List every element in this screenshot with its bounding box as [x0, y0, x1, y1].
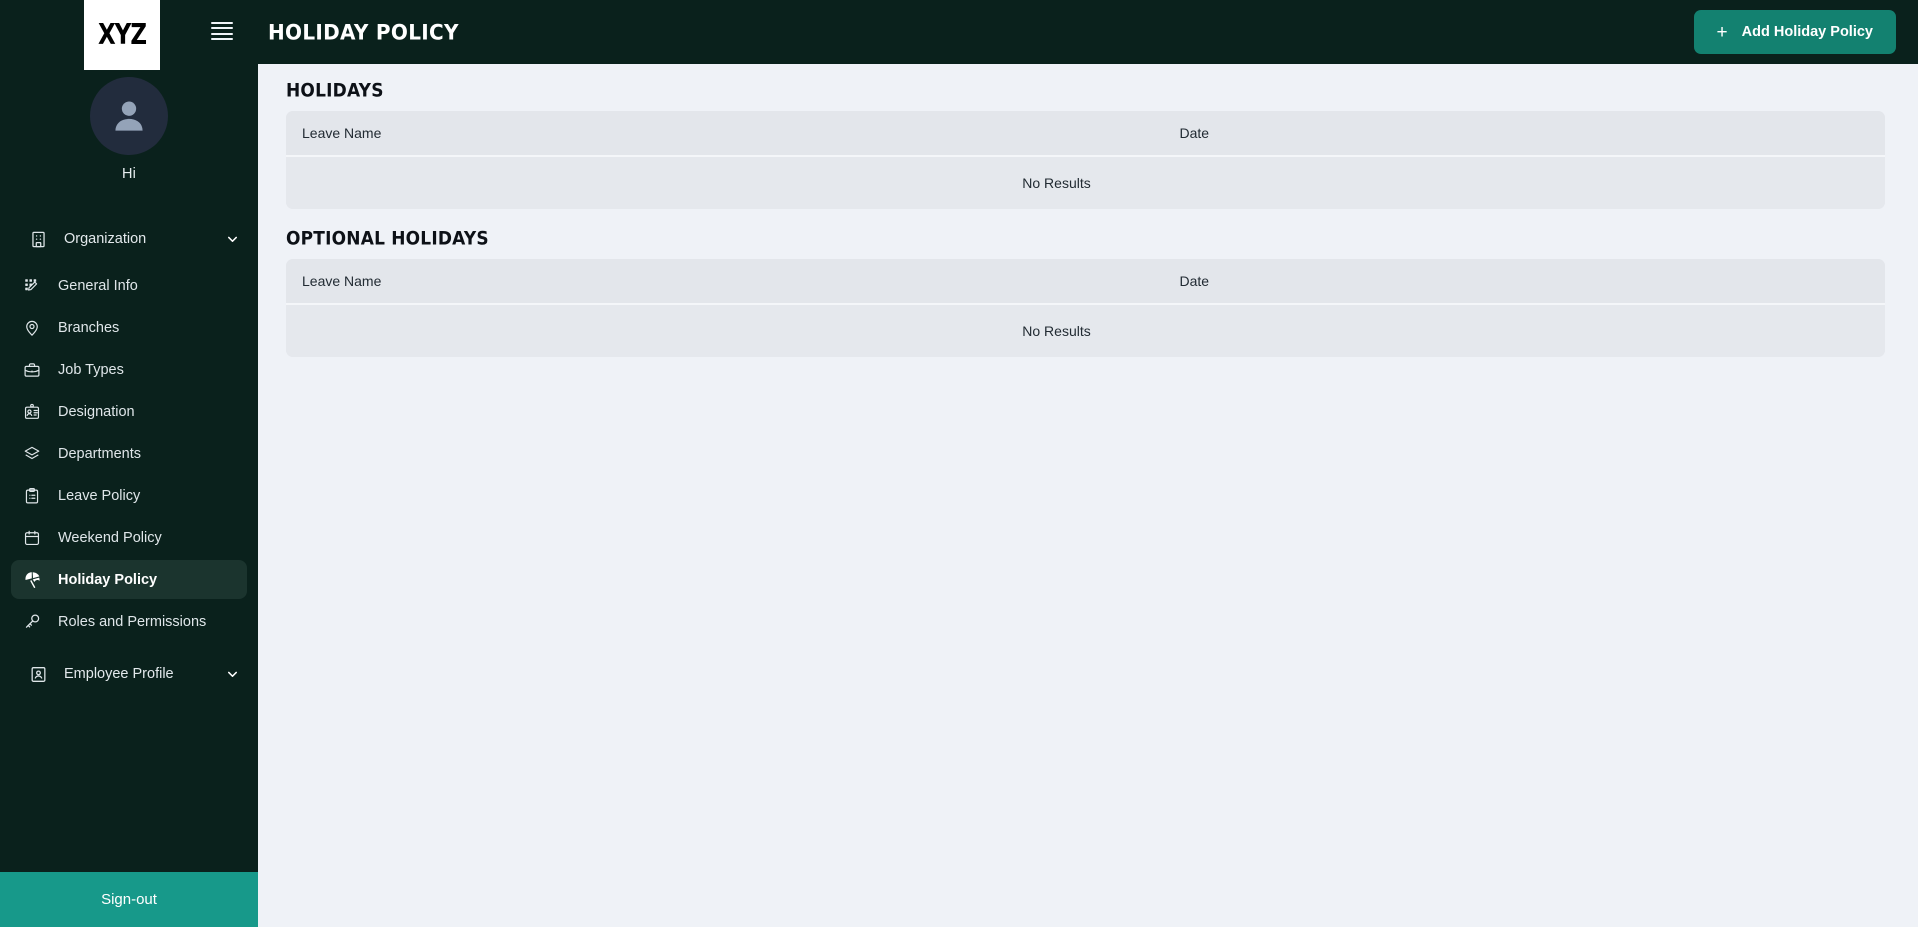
- building-icon: [27, 228, 49, 250]
- sidebar-group-label: Employee Profile: [64, 666, 174, 682]
- sidebar-item-leave-policy[interactable]: Leave Policy: [11, 476, 247, 515]
- sidebar-item-weekend-policy[interactable]: Weekend Policy: [11, 518, 247, 557]
- content-area: HOLIDAYS Leave Name Date No Results OPTI…: [258, 64, 1918, 927]
- sidebar-group-organization[interactable]: Organization: [0, 220, 258, 258]
- avatar[interactable]: [90, 77, 168, 155]
- holidays-table: Leave Name Date No Results: [286, 111, 1885, 209]
- sidebar-item-branches[interactable]: Branches: [11, 308, 247, 347]
- chevron-down-icon[interactable]: [225, 667, 240, 682]
- sidebar-item-general-info[interactable]: General Info: [11, 266, 247, 305]
- clipboard-list-icon: [22, 486, 42, 506]
- sidebar-item-job-types[interactable]: Job Types: [11, 350, 247, 389]
- grid-edit-icon: [22, 276, 42, 296]
- sidebar-item-label: Leave Policy: [58, 487, 141, 504]
- profile-card-icon: [27, 663, 49, 685]
- plus-icon: +: [1716, 21, 1728, 43]
- sidebar-item-label: Roles and Permissions: [58, 613, 207, 630]
- brand-logo-text: XYZ: [97, 18, 147, 52]
- sidebar-item-label: Job Types: [58, 361, 124, 378]
- beach-umbrella-icon: [22, 570, 42, 590]
- layers-icon: [22, 444, 42, 464]
- sidebar-logo-row: XYZ: [0, 0, 258, 70]
- briefcase-icon: [22, 360, 42, 380]
- no-results-text: No Results: [1022, 175, 1091, 191]
- chevron-down-icon[interactable]: [225, 232, 240, 247]
- location-pin-icon: [22, 318, 42, 338]
- page-title: HOLIDAY POLICY: [268, 19, 459, 45]
- table-empty-row: No Results: [286, 305, 1885, 357]
- hamburger-icon[interactable]: [211, 22, 233, 40]
- add-holiday-policy-label: Add Holiday Policy: [1741, 24, 1873, 40]
- sidebar-profile: Hi: [0, 77, 258, 182]
- sidebar-item-holiday-policy[interactable]: Holiday Policy: [11, 560, 247, 599]
- column-header-leave-name: Leave Name: [302, 125, 382, 141]
- sign-out-label: Sign-out: [101, 891, 157, 908]
- column-header-leave-name: Leave Name: [302, 273, 382, 289]
- column-header-date: Date: [1179, 273, 1210, 289]
- sidebar-item-label: Holiday Policy: [58, 571, 158, 588]
- sidebar-item-roles-and-permissions[interactable]: Roles and Permissions: [11, 602, 247, 641]
- sign-out-button[interactable]: Sign-out: [0, 872, 258, 927]
- sidebar-nav: Organization General Info Branches Job T…: [0, 220, 258, 872]
- brand-logo[interactable]: XYZ: [84, 0, 160, 70]
- column-header-date: Date: [1179, 125, 1210, 141]
- sidebar: XYZ Hi Organization General Info Branche…: [0, 0, 258, 927]
- topbar: HOLIDAY POLICY + Add Holiday Policy: [258, 0, 1918, 64]
- id-badge-icon: [22, 402, 42, 422]
- add-holiday-policy-button[interactable]: + Add Holiday Policy: [1693, 10, 1896, 54]
- section-title-optional-holidays: OPTIONAL HOLIDAYS: [286, 227, 489, 250]
- main-pane: HOLIDAY POLICY + Add Holiday Policy HOLI…: [258, 0, 1918, 927]
- table-empty-row: No Results: [286, 157, 1885, 209]
- sidebar-item-label: Departments: [58, 445, 142, 462]
- table-header-row: Leave Name Date: [286, 111, 1885, 157]
- sidebar-group-label: Organization: [64, 231, 147, 247]
- sidebar-item-designation[interactable]: Designation: [11, 392, 247, 431]
- key-icon: [22, 612, 42, 632]
- sidebar-item-label: General Info: [58, 277, 138, 294]
- no-results-text: No Results: [1022, 323, 1091, 339]
- optional-holidays-table: Leave Name Date No Results: [286, 259, 1885, 357]
- greeting-text: Hi: [121, 166, 137, 182]
- section-title-holidays: HOLIDAYS: [286, 79, 384, 102]
- sidebar-group-employee-profile[interactable]: Employee Profile: [0, 655, 258, 693]
- calendar-icon: [22, 528, 42, 548]
- table-header-row: Leave Name Date: [286, 259, 1885, 305]
- sidebar-item-label: Weekend Policy: [58, 529, 162, 546]
- user-avatar-icon: [115, 101, 143, 131]
- sidebar-item-label: Designation: [58, 403, 135, 420]
- sidebar-item-departments[interactable]: Departments: [11, 434, 247, 473]
- sidebar-item-label: Branches: [58, 319, 120, 336]
